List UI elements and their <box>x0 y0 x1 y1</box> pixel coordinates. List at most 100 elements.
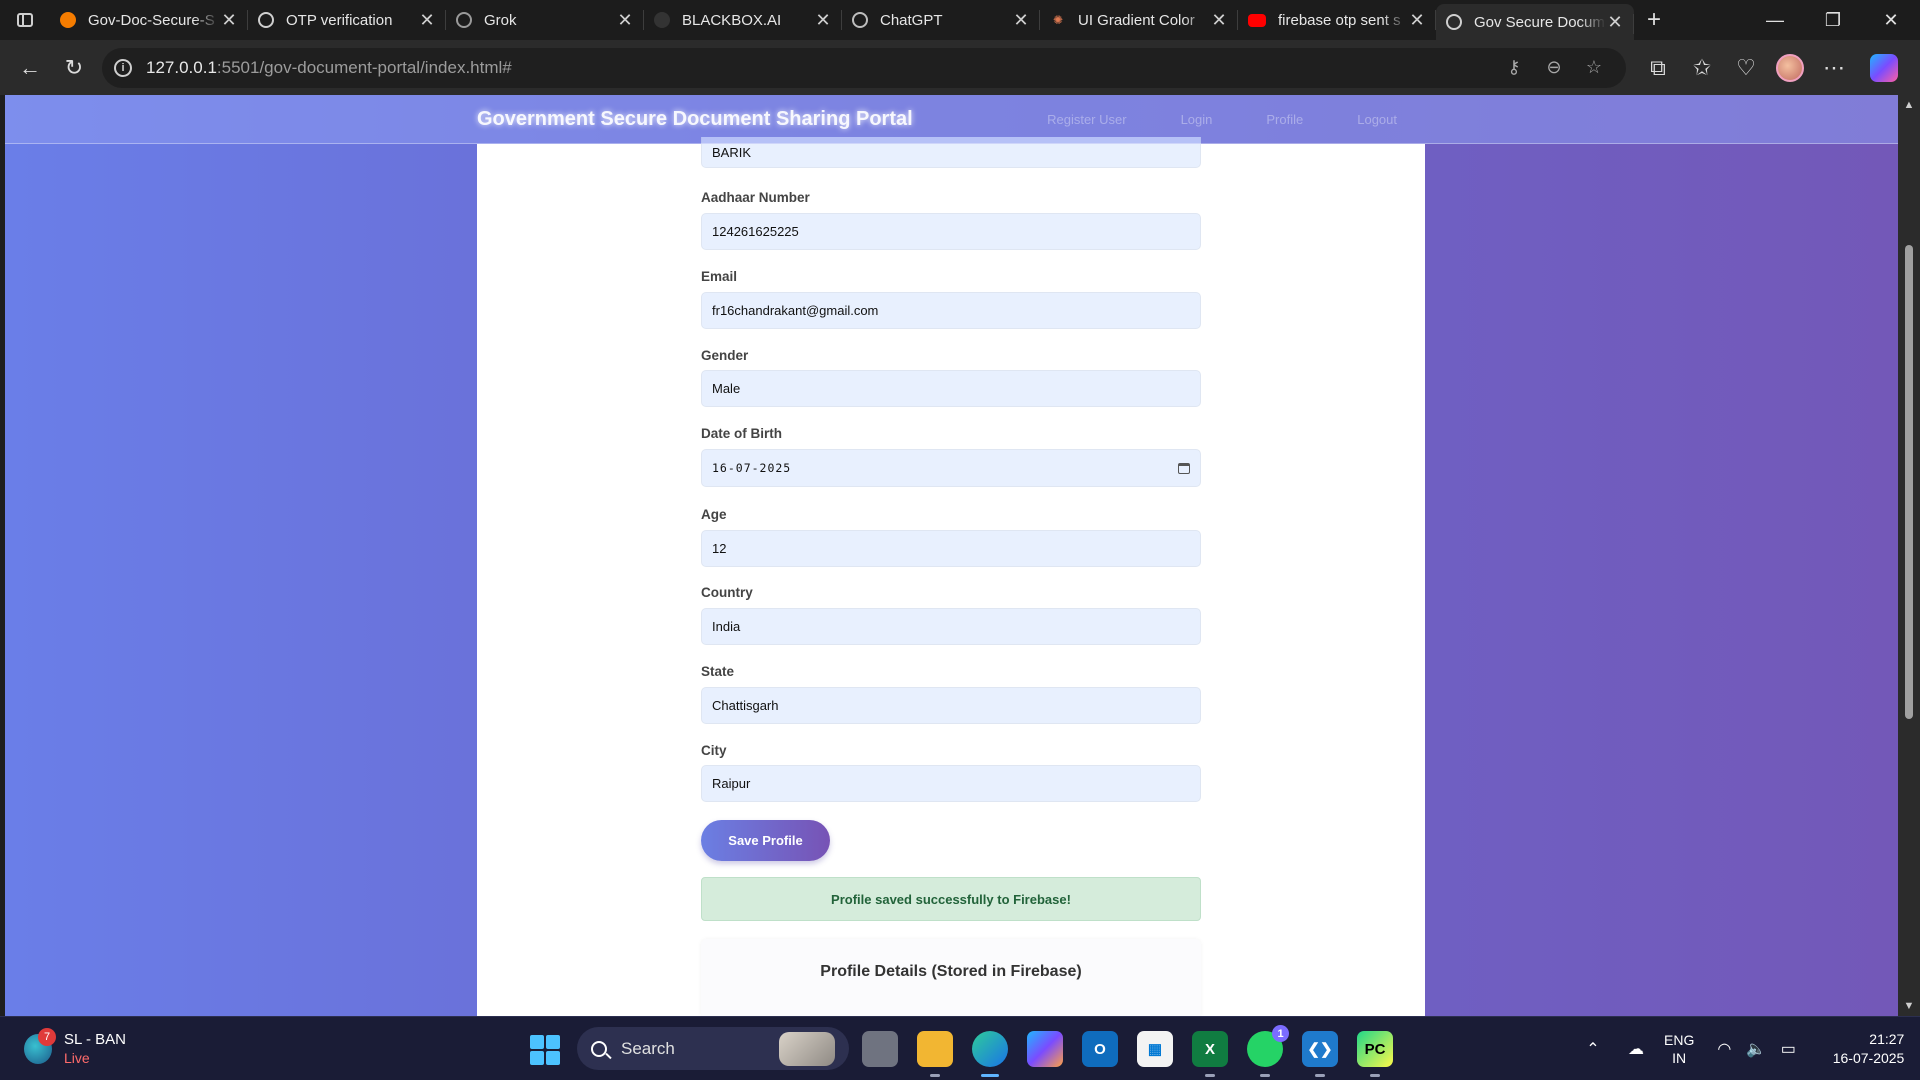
nav-register-user[interactable]: Register User <box>1047 112 1126 127</box>
extensions-icon[interactable]: ⧉ <box>1636 48 1680 88</box>
youtube-icon <box>1248 13 1266 27</box>
state-input[interactable]: Chattisgarh <box>701 687 1201 724</box>
wifi-icon[interactable]: ◠ <box>1710 1039 1738 1059</box>
nav-profile[interactable]: Profile <box>1266 112 1303 127</box>
site-info-icon[interactable]: i <box>114 58 132 77</box>
volume-icon[interactable]: 🔈 <box>1742 1039 1770 1059</box>
dob-value: 16-07-2025 <box>712 461 792 475</box>
cricket-icon: 7 <box>24 1028 56 1064</box>
restore-icon[interactable]: ❐ <box>1804 0 1862 40</box>
close-icon[interactable]: ✕ <box>418 10 436 31</box>
task-view-icon[interactable] <box>862 1031 898 1067</box>
age-input[interactable]: 12 <box>701 530 1201 567</box>
tab-title: OTP verification <box>286 11 393 29</box>
microsoft-store-icon[interactable]: ▦ <box>1137 1031 1173 1067</box>
new-tab-button[interactable]: + <box>1634 0 1674 40</box>
tab-grok[interactable]: Grok ✕ <box>446 0 644 40</box>
page-scrollbar[interactable]: ▲ ▼ <box>1898 95 1920 1016</box>
gender-label: Gender <box>701 348 749 363</box>
tab-gov-secure-docum[interactable]: Gov Secure Docum ✕ <box>1436 4 1634 40</box>
tab-blackbox[interactable]: BLACKBOX.AI ✕ <box>644 0 842 40</box>
close-icon[interactable]: ✕ <box>1012 10 1030 31</box>
windows-start-icon[interactable] <box>530 1035 560 1065</box>
clock[interactable]: 21:27 16-07-2025 <box>1822 1030 1905 1068</box>
widget-title: SL - BAN <box>64 1031 126 1048</box>
gender-select[interactable]: Male <box>701 370 1201 407</box>
close-icon[interactable]: ✕ <box>616 10 634 31</box>
page-viewport: BARIK Aadhaar Number 124261625225 Email … <box>5 95 1898 1016</box>
outlook-icon[interactable]: O <box>1082 1031 1118 1067</box>
minimize-icon[interactable]: — <box>1746 0 1804 40</box>
copilot-app-icon[interactable] <box>1027 1031 1063 1067</box>
success-message: Profile saved successfully to Firebase! <box>701 877 1201 921</box>
url-text[interactable]: 127.0.0.1:5501/gov-document-portal/index… <box>146 58 1494 78</box>
close-icon[interactable]: ✕ <box>814 10 832 31</box>
scroll-down-icon[interactable]: ▼ <box>1898 1000 1920 1012</box>
url-host: 127.0.0.1 <box>146 57 217 77</box>
email-input[interactable]: fr16chandrakant@gmail.com <box>701 292 1201 329</box>
refresh-icon[interactable]: ↻ <box>52 48 96 88</box>
age-label: Age <box>701 507 727 522</box>
chatgpt-icon <box>852 12 868 28</box>
profile-details-title: Profile Details (Stored in Firebase) <box>820 963 1082 980</box>
onedrive-icon[interactable]: ☁ <box>1622 1039 1650 1059</box>
email-label: Email <box>701 269 738 284</box>
tab-title: Gov-Doc-Secure-S <box>88 11 215 29</box>
tab-title: Gov Secure Docum <box>1474 13 1605 31</box>
tab-otp-verification[interactable]: OTP verification ✕ <box>248 0 446 40</box>
close-icon[interactable]: ✕ <box>1210 10 1228 31</box>
taskbar-search[interactable]: Search <box>577 1027 849 1070</box>
dob-date-input[interactable]: 16-07-2025 <box>701 449 1201 487</box>
more-options-icon[interactable]: ⋯ <box>1812 48 1856 88</box>
show-hidden-icons-icon[interactable]: ⌃ <box>1578 1039 1608 1059</box>
tab-ui-gradient[interactable]: ✺ UI Gradient Color ✕ <box>1040 0 1238 40</box>
whatsapp-icon[interactable]: 1 <box>1247 1025 1289 1077</box>
close-icon[interactable]: ✕ <box>1606 12 1624 33</box>
key-icon[interactable]: ⚷ <box>1494 57 1534 78</box>
vscode-icon[interactable]: ❮❯ <box>1302 1031 1338 1077</box>
globe-icon <box>258 12 274 28</box>
language-indicator[interactable]: ENG IN <box>1664 1031 1694 1067</box>
claude-icon: ✺ <box>1052 13 1064 27</box>
close-icon[interactable]: ✕ <box>1408 10 1426 31</box>
battery-icon[interactable]: ▭ <box>1774 1039 1802 1059</box>
tab-chatgpt[interactable]: ChatGPT ✕ <box>842 0 1040 40</box>
pycharm-icon[interactable]: PC <box>1357 1031 1393 1077</box>
favorites-icon[interactable]: ✩ <box>1680 48 1724 88</box>
widget-status: Live <box>64 1050 90 1066</box>
tab-gov-doc-secure[interactable]: Gov-Doc-Secure-S ✕ <box>50 0 248 40</box>
city-input[interactable]: Raipur <box>701 765 1201 802</box>
nav-logout[interactable]: Logout <box>1357 112 1397 127</box>
country-input[interactable]: India <box>701 608 1201 645</box>
file-explorer-icon[interactable] <box>917 1031 953 1077</box>
back-arrow-icon[interactable]: ← <box>8 48 52 88</box>
profile-avatar[interactable] <box>1776 53 1804 82</box>
scroll-up-icon[interactable]: ▲ <box>1898 99 1920 111</box>
copilot-icon[interactable] <box>1870 53 1898 82</box>
excel-icon[interactable]: X <box>1192 1031 1228 1077</box>
clock-date: 16-07-2025 <box>1832 1050 1905 1066</box>
scrollbar-thumb[interactable] <box>1905 245 1913 719</box>
sidebar-toggle-icon[interactable] <box>0 0 50 40</box>
grok-icon <box>456 12 472 28</box>
browser-essentials-icon[interactable]: ♡ <box>1724 48 1768 88</box>
search-icon <box>591 1040 607 1057</box>
nav-login[interactable]: Login <box>1181 112 1213 127</box>
system-tray: ⌃ ☁ ENG IN ◠ 🔈 ▭ 21:27 16-07-2025 <box>1578 1017 1904 1080</box>
aadhaar-input[interactable]: 124261625225 <box>701 213 1201 250</box>
favorite-star-icon[interactable]: ☆ <box>1574 57 1614 78</box>
globe-icon <box>1446 14 1462 30</box>
site-nav: Register User Login Profile Logout <box>1047 112 1397 127</box>
close-window-icon[interactable]: ✕ <box>1862 0 1920 40</box>
zoom-out-icon[interactable]: ⊖ <box>1534 57 1574 78</box>
save-profile-button[interactable]: Save Profile <box>701 820 830 861</box>
edge-browser-icon[interactable] <box>972 1031 1008 1077</box>
address-bar[interactable]: i 127.0.0.1:5501/gov-document-portal/ind… <box>102 47 1626 88</box>
tab-title: Grok <box>484 11 517 29</box>
calendar-icon[interactable] <box>1178 462 1190 474</box>
sports-widget[interactable]: 7 SL - BAN Live <box>24 1028 126 1067</box>
portal-title: Government Secure Document Sharing Porta… <box>477 108 913 130</box>
tab-firebase-otp[interactable]: firebase otp sent s ✕ <box>1238 0 1436 40</box>
close-icon[interactable]: ✕ <box>220 10 238 31</box>
profile-details-panel: Profile Details (Stored in Firebase) <box>701 939 1201 1016</box>
